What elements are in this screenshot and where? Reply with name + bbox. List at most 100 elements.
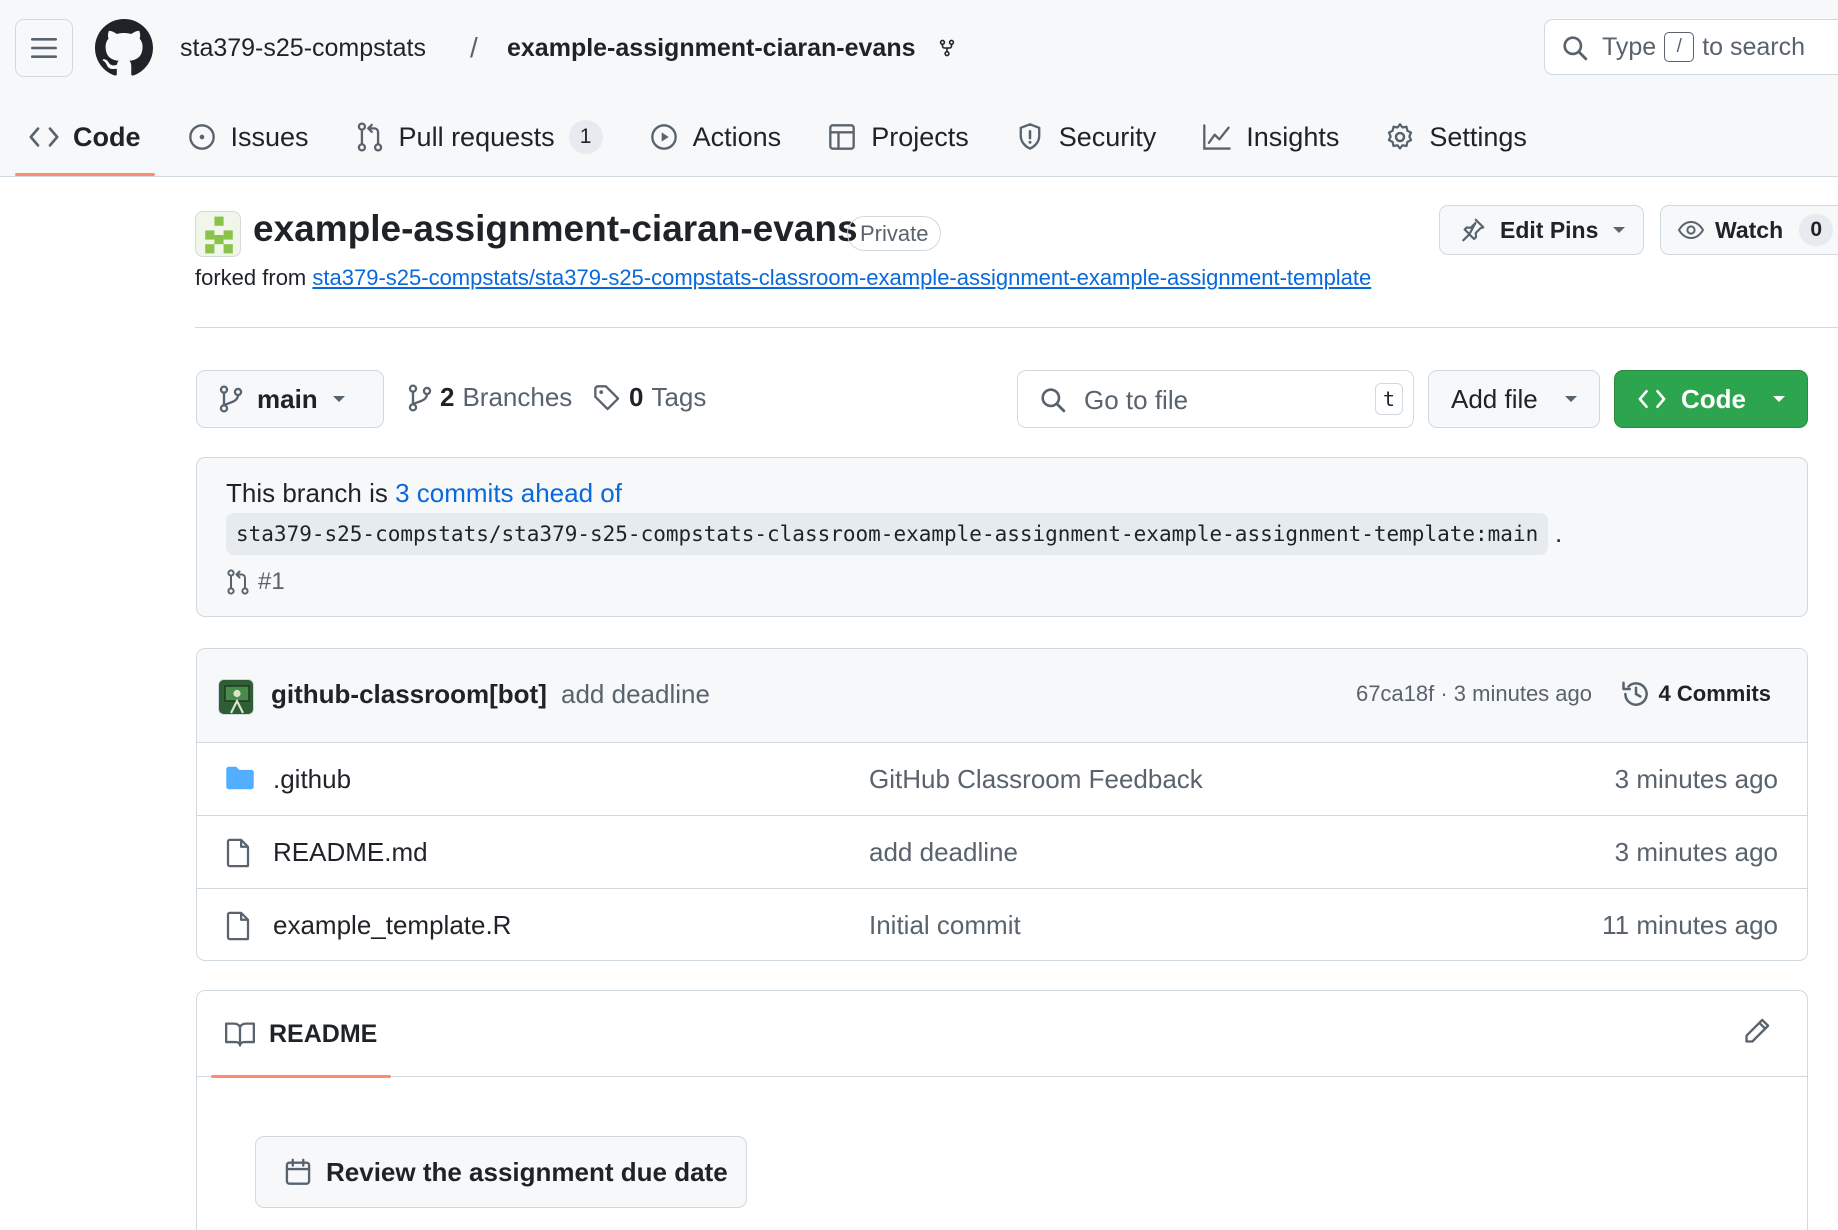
- file-commit-message[interactable]: GitHub Classroom Feedback: [869, 764, 1203, 795]
- calendar-icon: [285, 1158, 311, 1185]
- tab-projects[interactable]: Projects: [813, 110, 983, 164]
- file-row[interactable]: example_template.R Initial commit 11 min…: [197, 889, 1807, 960]
- triangle-down-icon: [1773, 396, 1785, 402]
- tab-issues[interactable]: Issues: [173, 110, 323, 164]
- forked-prefix: forked from: [195, 265, 307, 290]
- open-navigation-button[interactable]: [15, 19, 73, 77]
- go-to-file-input[interactable]: Go to file t: [1017, 370, 1414, 428]
- search-shortcut-key: /: [1664, 32, 1695, 62]
- repo-owner-avatar[interactable]: [195, 211, 241, 257]
- commit-message[interactable]: add deadline: [561, 679, 710, 710]
- file-commit-message[interactable]: Initial commit: [869, 910, 1021, 941]
- watch-button[interactable]: Watch 0: [1660, 205, 1838, 255]
- breadcrumb-owner[interactable]: sta379-s25-compstats: [180, 30, 426, 66]
- tab-code[interactable]: Code: [15, 110, 155, 176]
- file-commit-message[interactable]: add deadline: [869, 837, 1018, 868]
- tab-label: Settings: [1429, 121, 1527, 152]
- readme-header: README: [197, 991, 1807, 1078]
- play-icon: [649, 122, 679, 152]
- commits-ahead-link[interactable]: 3 commits ahead of: [395, 478, 622, 508]
- forked-from-link[interactable]: sta379-s25-compstats/sta379-s25-compstat…: [312, 265, 1371, 290]
- gear-icon: [1385, 122, 1415, 152]
- tags-label: Tags: [651, 382, 707, 412]
- ahead-prefix: This branch is: [226, 478, 388, 508]
- visibility-badge: Private: [847, 216, 942, 251]
- tab-actions[interactable]: Actions: [635, 110, 796, 164]
- breadcrumb-repo[interactable]: example-assignment-ciaran-evans: [507, 30, 916, 66]
- file-age: 11 minutes ago: [1602, 910, 1778, 940]
- code-icon: [1638, 389, 1666, 409]
- tab-label: Insights: [1246, 121, 1340, 152]
- pull-requests-counter: 1: [568, 120, 603, 154]
- book-icon: [225, 1022, 255, 1047]
- graph-icon: [1202, 122, 1232, 152]
- tab-label: Code: [73, 121, 141, 152]
- watch-counter: 0: [1799, 214, 1834, 246]
- branches-link[interactable]: 2 Branches: [408, 382, 572, 413]
- tab-settings[interactable]: Settings: [1371, 110, 1541, 164]
- folder-icon: [226, 766, 254, 790]
- pull-request-number: #1: [258, 568, 285, 595]
- tab-pull-requests[interactable]: Pull requests 1: [341, 110, 617, 164]
- commit-author[interactable]: github-classroom[bot]: [271, 679, 547, 710]
- pull-request-link[interactable]: #1: [226, 568, 285, 596]
- commits-count: 4 Commits: [1658, 681, 1771, 706]
- add-file-button[interactable]: Add file: [1428, 370, 1600, 428]
- review-due-date-button[interactable]: Review the assignment due date: [255, 1136, 747, 1208]
- forked-from-line: forked from sta379-s25-compstats/sta379-…: [195, 265, 1371, 291]
- readme-panel: README Review the assignment due date: [196, 990, 1808, 1230]
- add-file-label: Add file: [1451, 383, 1538, 414]
- code-dropdown-button[interactable]: Code: [1614, 370, 1808, 428]
- hamburger-icon: [31, 38, 57, 58]
- pencil-icon: [1745, 1018, 1770, 1043]
- file-icon: [226, 911, 250, 941]
- tab-label: Security: [1058, 121, 1157, 152]
- edit-readme-button[interactable]: [1743, 1017, 1771, 1045]
- github-logo-icon[interactable]: [95, 19, 153, 77]
- review-due-date-label: Review the assignment due date: [326, 1156, 728, 1187]
- branches-label: Branches: [462, 382, 573, 412]
- go-to-file-placeholder: Go to file: [1084, 385, 1189, 415]
- eye-icon: [1677, 220, 1705, 240]
- search-placeholder: Type / to search: [1602, 32, 1805, 62]
- git-pull-request-icon: [227, 569, 249, 595]
- file-browser: github-classroom[bot] add deadline 67ca1…: [196, 648, 1808, 961]
- file-row[interactable]: .github GitHub Classroom Feedback 3 minu…: [197, 743, 1807, 816]
- edit-pins-label: Edit Pins: [1500, 216, 1599, 243]
- shield-icon: [1015, 122, 1045, 152]
- tab-insights[interactable]: Insights: [1188, 110, 1353, 164]
- repo-title[interactable]: example-assignment-ciaran-evans: [253, 208, 858, 250]
- divider: [195, 327, 1838, 328]
- file-age: 3 minutes ago: [1614, 764, 1778, 794]
- tab-label: Projects: [871, 121, 969, 152]
- file-name[interactable]: example_template.R: [273, 910, 511, 941]
- file-name[interactable]: .github: [273, 764, 351, 795]
- commit-sha-time[interactable]: 67ca18f · 3 minutes ago: [1356, 681, 1592, 707]
- upstream-ref: sta379-s25-compstats/sta379-s25-compstat…: [226, 513, 1549, 555]
- git-branch-icon: [408, 383, 432, 412]
- tab-security[interactable]: Security: [1001, 110, 1171, 164]
- breadcrumb-separator: /: [470, 32, 478, 63]
- readme-tab-label: README: [269, 1019, 378, 1048]
- triangle-down-icon: [1564, 396, 1577, 402]
- ahead-text: This branch is 3 commits ahead of: [226, 478, 622, 509]
- bot-avatar[interactable]: [218, 679, 254, 715]
- file-name[interactable]: README.md: [273, 837, 428, 868]
- tab-label: Actions: [692, 121, 782, 152]
- file-row[interactable]: README.md add deadline 3 minutes ago: [197, 816, 1807, 889]
- global-search-input[interactable]: Type / to search: [1544, 19, 1838, 75]
- git-pull-request-icon: [355, 122, 385, 152]
- tab-label: Issues: [230, 121, 309, 152]
- tags-link[interactable]: 0 Tags: [593, 382, 706, 413]
- edit-pins-button[interactable]: Edit Pins: [1439, 205, 1644, 255]
- search-prefix: Type: [1602, 32, 1657, 61]
- triangle-down-icon: [1613, 227, 1626, 233]
- git-branch-icon: [219, 385, 243, 413]
- branch-selector-button[interactable]: main: [196, 370, 384, 428]
- commits-history-link[interactable]: 4 Commits: [1621, 679, 1771, 709]
- triangle-down-icon: [332, 396, 345, 402]
- tab-readme[interactable]: README: [211, 991, 392, 1078]
- tab-label: Pull requests: [398, 121, 555, 152]
- ahead-suffix: .: [1555, 518, 1563, 548]
- repo-nav-tabs: Code Issues Pull requests 1 Actions Proj…: [15, 110, 1559, 176]
